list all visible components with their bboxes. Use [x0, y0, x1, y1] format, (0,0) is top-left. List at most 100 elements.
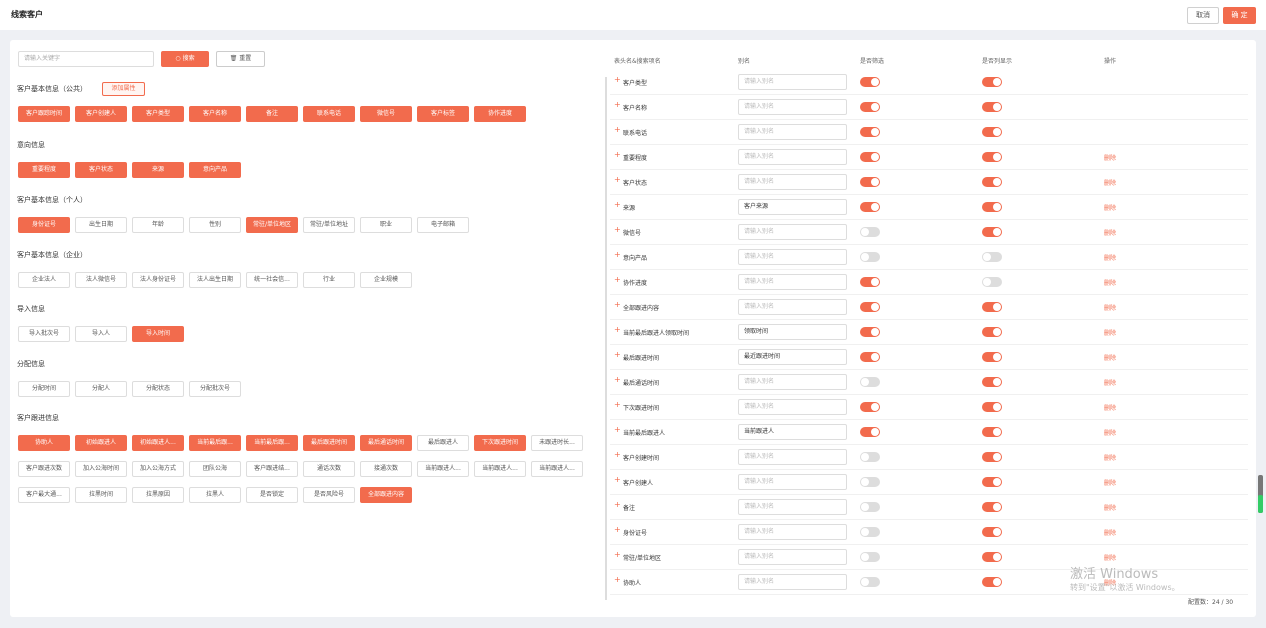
field-tag[interactable]: 客户名称	[189, 106, 241, 122]
alias-input[interactable]: 请输入别名	[738, 149, 847, 165]
filter-toggle[interactable]	[860, 177, 880, 187]
filter-toggle[interactable]	[860, 77, 880, 87]
field-tag[interactable]: 意向产品	[189, 162, 241, 178]
field-tag[interactable]: 分配批次号	[189, 381, 241, 397]
field-tag[interactable]: 客户跟进次数	[18, 461, 70, 477]
alias-input[interactable]: 当前跟进人	[738, 424, 847, 440]
filter-toggle[interactable]	[860, 252, 880, 262]
field-tag[interactable]: 团队公海	[189, 461, 241, 477]
field-tag[interactable]: 通话次数	[303, 461, 355, 477]
drag-plus-icon[interactable]: +	[614, 376, 621, 384]
alias-input[interactable]: 请输入别名	[738, 224, 847, 240]
drag-plus-icon[interactable]: +	[614, 451, 621, 459]
alias-input[interactable]: 请输入别名	[738, 124, 847, 140]
field-tag[interactable]: 分配状态	[132, 381, 184, 397]
field-tag[interactable]: 当前最后跟...	[246, 435, 298, 451]
drag-plus-icon[interactable]: +	[614, 201, 621, 209]
show-column-toggle[interactable]	[982, 502, 1002, 512]
show-column-toggle[interactable]	[982, 77, 1002, 87]
field-tag[interactable]: 当前跟进人...	[417, 461, 469, 477]
filter-toggle[interactable]	[860, 102, 880, 112]
field-tag[interactable]: 是否风险号	[303, 487, 355, 503]
field-tag[interactable]: 客户最大通...	[18, 487, 70, 503]
field-tag[interactable]: 联系电话	[303, 106, 355, 122]
field-tag[interactable]: 初始跟进人...	[132, 435, 184, 451]
drag-plus-icon[interactable]: +	[614, 176, 621, 184]
delete-link[interactable]: 删除	[1104, 228, 1116, 237]
delete-link[interactable]: 删除	[1104, 353, 1116, 362]
filter-toggle[interactable]	[860, 227, 880, 237]
field-tag[interactable]: 最后跟进人	[417, 435, 469, 451]
filter-toggle[interactable]	[860, 302, 880, 312]
field-tag[interactable]: 统一社会信...	[246, 272, 298, 288]
delete-link[interactable]: 删除	[1104, 328, 1116, 337]
alias-input[interactable]: 客户来源	[738, 199, 847, 215]
delete-link[interactable]: 删除	[1104, 478, 1116, 487]
alias-input[interactable]: 请输入别名	[738, 499, 847, 515]
filter-toggle[interactable]	[860, 452, 880, 462]
field-tag[interactable]: 客户类型	[132, 106, 184, 122]
filter-toggle[interactable]	[860, 477, 880, 487]
filter-toggle[interactable]	[860, 577, 880, 587]
field-tag[interactable]: 分配人	[75, 381, 127, 397]
show-column-toggle[interactable]	[982, 327, 1002, 337]
reset-button[interactable]: 🗑 重置	[216, 51, 265, 67]
field-tag[interactable]: 常驻/单位地区	[246, 217, 298, 233]
alias-input[interactable]: 请输入别名	[738, 274, 847, 290]
field-tag[interactable]: 客户创建人	[75, 106, 127, 122]
show-column-toggle[interactable]	[982, 552, 1002, 562]
field-tag[interactable]: 加入公海方式	[132, 461, 184, 477]
filter-toggle[interactable]	[860, 202, 880, 212]
field-tag[interactable]: 法人身份证号	[132, 272, 184, 288]
field-tag[interactable]: 加入公海时间	[75, 461, 127, 477]
field-tag[interactable]: 最后通话时间	[360, 435, 412, 451]
field-tag[interactable]: 客户跟进结...	[246, 461, 298, 477]
show-column-toggle[interactable]	[982, 177, 1002, 187]
alias-input[interactable]: 请输入别名	[738, 574, 847, 590]
show-column-toggle[interactable]	[982, 452, 1002, 462]
field-tag[interactable]: 分配时间	[18, 381, 70, 397]
field-tag[interactable]: 当前最后跟...	[189, 435, 241, 451]
field-tag[interactable]: 法人微信号	[75, 272, 127, 288]
delete-link[interactable]: 删除	[1104, 153, 1116, 162]
drag-plus-icon[interactable]: +	[614, 101, 621, 109]
drag-plus-icon[interactable]: +	[614, 151, 621, 159]
show-column-toggle[interactable]	[982, 277, 1002, 287]
field-tag[interactable]: 导入人	[75, 326, 127, 342]
cancel-button[interactable]: 取消	[1187, 7, 1219, 24]
alias-input[interactable]: 请输入别名	[738, 399, 847, 415]
field-tag[interactable]: 当前跟进人...	[474, 461, 526, 477]
field-tag[interactable]: 客户状态	[75, 162, 127, 178]
field-tag[interactable]: 备注	[246, 106, 298, 122]
field-tag[interactable]: 协作进度	[474, 106, 526, 122]
alias-input[interactable]: 请输入别名	[738, 474, 847, 490]
field-tag[interactable]: 是否锁定	[246, 487, 298, 503]
filter-toggle[interactable]	[860, 327, 880, 337]
field-tag[interactable]: 协助人	[18, 435, 70, 451]
field-tag[interactable]: 行业	[303, 272, 355, 288]
drag-plus-icon[interactable]: +	[614, 576, 621, 584]
filter-toggle[interactable]	[860, 377, 880, 387]
field-tag[interactable]: 性别	[189, 217, 241, 233]
alias-input[interactable]: 请输入别名	[738, 449, 847, 465]
drag-plus-icon[interactable]: +	[614, 251, 621, 259]
delete-link[interactable]: 删除	[1104, 503, 1116, 512]
show-column-toggle[interactable]	[982, 227, 1002, 237]
field-tag[interactable]: 客户跟踪时间	[18, 106, 70, 122]
field-tag[interactable]: 年龄	[132, 217, 184, 233]
drag-plus-icon[interactable]: +	[614, 351, 621, 359]
drag-plus-icon[interactable]: +	[614, 326, 621, 334]
drag-plus-icon[interactable]: +	[614, 126, 621, 134]
alias-input[interactable]: 请输入别名	[738, 74, 847, 90]
drag-plus-icon[interactable]: +	[614, 401, 621, 409]
delete-link[interactable]: 删除	[1104, 303, 1116, 312]
drag-plus-icon[interactable]: +	[614, 226, 621, 234]
search-input[interactable]: 请输入关键字	[18, 51, 154, 67]
field-tag[interactable]: 法人出生日期	[189, 272, 241, 288]
field-tag[interactable]: 电子邮箱	[417, 217, 469, 233]
delete-link[interactable]: 删除	[1104, 378, 1116, 387]
filter-toggle[interactable]	[860, 352, 880, 362]
show-column-toggle[interactable]	[982, 427, 1002, 437]
field-tag[interactable]: 接通次数	[360, 461, 412, 477]
filter-toggle[interactable]	[860, 552, 880, 562]
